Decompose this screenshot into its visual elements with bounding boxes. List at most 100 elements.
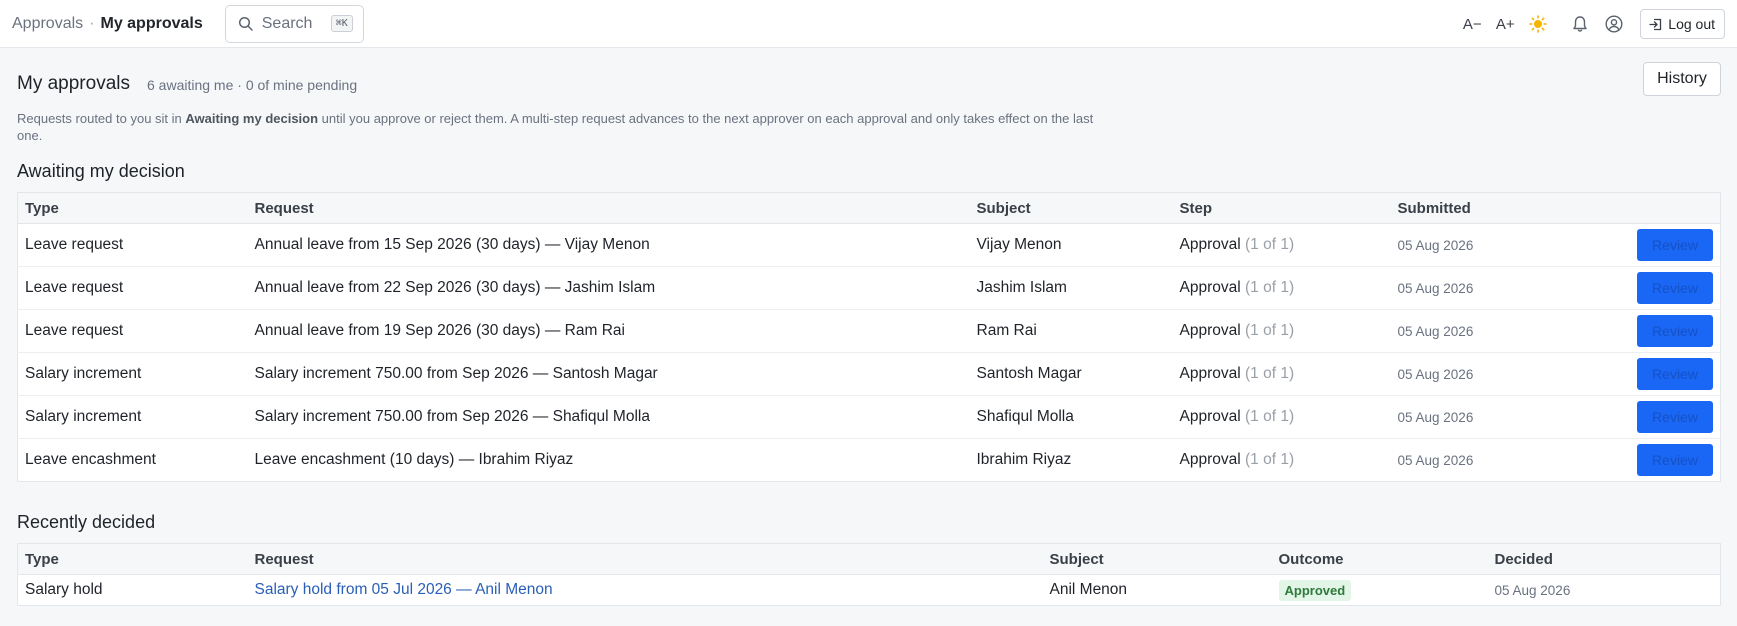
search-shortcut-hint: ⌘K [330,15,353,32]
logout-button[interactable]: Log out [1640,9,1725,39]
cell-type: Leave request [17,266,248,310]
search-label: Search [261,14,313,32]
step-name: Approval [1179,451,1241,468]
cell-step: Approval (1 of 1) [1173,439,1391,482]
step-count: (1 of 1) [1245,322,1295,339]
font-increase-button[interactable]: A+ [1489,8,1521,40]
breadcrumb-approvals-link[interactable]: Approvals [12,15,83,33]
page-description: Requests routed to you sit in Awaiting m… [17,110,1107,144]
awaiting-section-title: Awaiting my decision [17,161,185,181]
step-name: Approval [1179,408,1241,425]
status-badge: Approved [1278,579,1352,601]
cell-subject: Ram Rai [969,309,1173,353]
column-header-request: Request [247,543,1043,575]
column-header-request: Request [247,192,970,224]
cell-actions: Review [1585,352,1721,396]
cell-subject: Vijay Menon [969,223,1173,267]
cell-request: Leave encashment (10 days) — Ibrahim Riy… [254,451,574,468]
cell-subject: Anil Menon [1049,581,1128,598]
cell-submitted: 05 Aug 2026 [1397,452,1474,468]
cell-outcome: Approved [1272,575,1488,606]
history-button[interactable]: History [1643,62,1721,96]
page-summary: 6 awaiting me · 0 of mine pending [147,77,358,93]
cell-submitted: 05 Aug 2026 [1390,309,1586,353]
review-button[interactable]: Review [1637,272,1713,304]
table-row: Leave encashment Leave encashment (10 da… [18,439,1721,482]
bell-icon[interactable] [1563,8,1597,40]
column-header-subject: Subject [969,192,1173,224]
table-row: Salary increment Salary increment 750.00… [17,395,1721,439]
cell-type: Salary increment [17,395,248,439]
cell-type: Leave encashment [25,451,156,468]
table-row: Salary increment Salary increment 750.00… [17,352,1721,396]
column-header-outcome: Outcome [1271,543,1488,575]
cell-actions: Review [1585,309,1721,353]
step-count: (1 of 1) [1245,236,1295,253]
cell-step: Approval (1 of 1) [1172,309,1391,353]
cell-submitted: 05 Aug 2026 [1390,223,1586,267]
table-row: Salary hold Salary hold from 05 Jul 2026… [18,575,1721,606]
review-button[interactable]: Review [1637,229,1713,261]
cell-submitted: 05 Aug 2026 [1390,352,1586,396]
decided-section-title: Recently decided [17,512,156,532]
cell-submitted: 05 Aug 2026 [1390,395,1586,439]
cell-request: Annual leave from 19 Sep 2026 (30 days) … [247,309,970,353]
cell-request: Annual leave from 15 Sep 2026 (30 days) … [247,223,970,267]
cell-subject: Jashim Islam [969,266,1173,310]
cell-subject: Ibrahim Riyaz [976,451,1072,468]
main-content: My approvals 6 awaiting me · 0 of mine p… [0,48,1737,606]
top-actions: A− A+ Log out [1455,0,1725,48]
review-button[interactable]: Review [1637,315,1713,347]
cell-type: Leave request [17,223,248,267]
logout-label: Log out [1668,16,1715,32]
decided-table: Type Request Subject Outcome Decided Sal… [17,543,1721,606]
step-name: Approval [1179,322,1241,339]
cell-type: Salary hold [25,581,103,598]
request-link[interactable]: Salary hold from 05 Jul 2026 — Anil Meno… [255,581,553,598]
description-text: Requests routed to you sit in [17,111,186,126]
breadcrumb-separator: · [89,14,95,32]
step-name: Approval [1179,279,1241,296]
breadcrumb: Approvals · My approvals [12,15,203,33]
cell-request: Salary increment 750.00 from Sep 2026 — … [247,395,970,439]
table-header-row: Type Request Subject Step Submitted [17,192,1721,224]
cell-actions: Review [1586,439,1721,482]
review-button[interactable]: Review [1637,358,1713,390]
step-name: Approval [1179,365,1241,382]
table-row: Leave request Annual leave from 15 Sep 2… [17,223,1721,267]
cell-step: Approval (1 of 1) [1172,352,1391,396]
logout-icon [1649,18,1662,30]
column-header-step: Step [1172,192,1391,224]
column-header-actions [1585,192,1721,224]
review-button[interactable]: Review [1637,444,1713,476]
step-name: Approval [1179,236,1241,253]
cell-request: Salary increment 750.00 from Sep 2026 — … [247,352,970,396]
font-decrease-button[interactable]: A− [1456,8,1488,40]
column-header-submitted: Submitted [1390,192,1586,224]
review-button[interactable]: Review [1637,401,1713,433]
cell-request: Annual leave from 22 Sep 2026 (30 days) … [247,266,970,310]
cell-subject: Santosh Magar [969,352,1173,396]
user-account-icon[interactable] [1597,8,1631,40]
column-header-decided: Decided [1487,543,1721,575]
column-header-type: Type [17,543,248,575]
top-bar: Approvals · My approvals Search ⌘K A− A+ [0,0,1737,48]
column-header-subject: Subject [1042,543,1272,575]
cell-type: Leave request [17,309,248,353]
cell-type: Salary increment [17,352,248,396]
step-count: (1 of 1) [1245,408,1295,425]
theme-toggle-sun-icon[interactable] [1521,8,1555,40]
search-button[interactable]: Search ⌘K [224,4,364,43]
cell-request: Salary hold from 05 Jul 2026 — Anil Meno… [248,575,1043,606]
cell-subject: Shafiqul Molla [969,395,1173,439]
description-emphasis: Awaiting my decision [185,111,319,126]
table-header-row: Type Request Subject Outcome Decided [17,543,1721,575]
cell-actions: Review [1585,266,1721,310]
cell-actions: Review [1585,223,1721,267]
table-row: Leave request Annual leave from 22 Sep 2… [17,266,1721,310]
page-title: My approvals [17,73,130,94]
table-row: Leave request Annual leave from 19 Sep 2… [17,309,1721,353]
awaiting-table: Type Request Subject Step Submitted Leav… [17,192,1721,482]
cell-submitted: 05 Aug 2026 [1390,266,1586,310]
step-count: (1 of 1) [1245,451,1295,468]
